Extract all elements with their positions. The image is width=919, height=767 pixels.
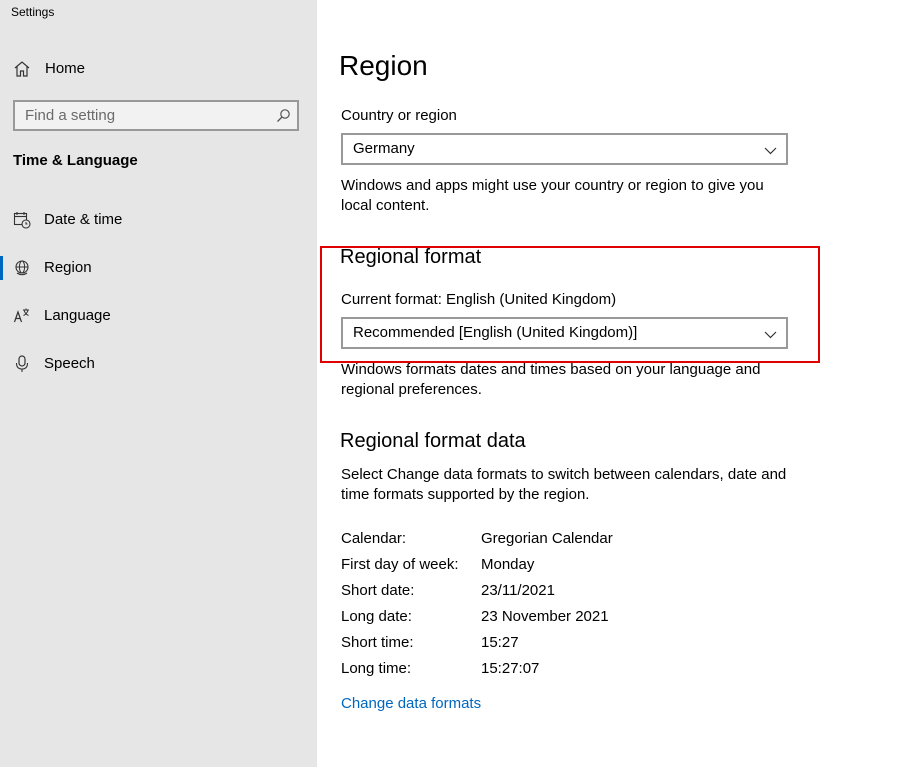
- search-icon[interactable]: [276, 108, 291, 123]
- format-row-calendar: Calendar: Gregorian Calendar: [341, 530, 741, 550]
- format-key: Short date:: [341, 582, 415, 599]
- home-icon: [13, 60, 31, 78]
- regional-format-data-description-line1: Select Change data formats to switch bet…: [341, 466, 787, 483]
- format-value: 23/11/2021: [481, 582, 555, 599]
- sidebar: Settings Home Time & Language: [0, 0, 317, 767]
- regional-format-data-description-line2: time formats supported by the region.: [341, 486, 590, 503]
- change-data-formats-link[interactable]: Change data formats: [341, 695, 481, 712]
- sidebar-item-label: Speech: [44, 355, 95, 372]
- language-icon: [13, 307, 31, 325]
- sidebar-item-label: Date & time: [44, 211, 123, 228]
- format-row-long-date: Long date: 23 November 2021: [341, 608, 741, 628]
- globe-icon: [13, 259, 31, 277]
- format-key: Short time:: [341, 634, 414, 651]
- country-label: Country or region: [341, 107, 457, 124]
- format-key: Long time:: [341, 660, 412, 677]
- format-key: Long date:: [341, 608, 412, 625]
- sidebar-item-language[interactable]: Language: [0, 296, 317, 336]
- microphone-icon: [13, 355, 31, 373]
- sidebar-item-speech[interactable]: Speech: [0, 344, 317, 384]
- format-value: Gregorian Calendar: [481, 530, 613, 547]
- sidebar-item-label: Region: [44, 259, 92, 276]
- format-key: First day of week:: [341, 556, 459, 573]
- regional-format-data-heading: Regional format data: [340, 430, 526, 452]
- chevron-down-icon: [764, 143, 777, 155]
- format-row-long-time: Long time: 15:27:07: [341, 660, 741, 680]
- country-description-line1: Windows and apps might use your country …: [341, 177, 764, 194]
- sidebar-item-region[interactable]: Region: [0, 248, 317, 288]
- section-title: Time & Language: [13, 152, 138, 169]
- format-row-short-time: Short time: 15:27: [341, 634, 741, 654]
- search-box: [13, 100, 299, 131]
- country-description-line2: local content.: [341, 197, 430, 214]
- app-title: Settings: [11, 5, 55, 19]
- home-label: Home: [45, 60, 86, 77]
- home-button[interactable]: Home: [0, 52, 317, 86]
- search-input[interactable]: [15, 102, 275, 129]
- format-row-short-date: Short date: 23/11/2021: [341, 582, 741, 602]
- page-title: Region: [339, 50, 428, 81]
- format-value: 15:27: [481, 634, 519, 651]
- settings-window: Settings Home Time & Language: [0, 0, 919, 767]
- format-key: Calendar:: [341, 530, 407, 547]
- sidebar-item-label: Language: [44, 307, 111, 324]
- calendar-clock-icon: [13, 211, 31, 229]
- regional-format-description-line1: Windows formats dates and times based on…: [341, 361, 761, 378]
- main-content: Region Country or region Germany Windows…: [317, 0, 919, 767]
- sidebar-item-date-time[interactable]: Date & time: [0, 200, 317, 240]
- regional-format-description-line2: regional preferences.: [341, 381, 482, 398]
- format-row-first-day: First day of week: Monday: [341, 556, 741, 576]
- format-value: 15:27:07: [481, 660, 540, 677]
- country-value: Germany: [353, 140, 415, 157]
- country-dropdown[interactable]: Germany: [341, 133, 788, 165]
- highlight-annotation-box: [320, 246, 820, 363]
- format-value: 23 November 2021: [481, 608, 609, 625]
- active-indicator: [0, 256, 3, 280]
- format-value: Monday: [481, 556, 535, 573]
